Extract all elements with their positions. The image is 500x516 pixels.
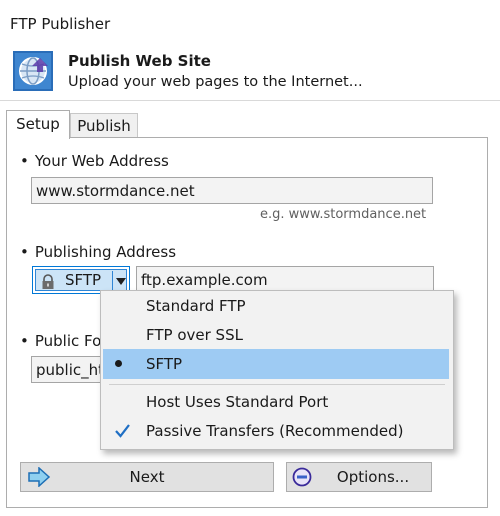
globe-publish-icon bbox=[12, 50, 54, 92]
menu-item-sftp[interactable]: SFTP bbox=[103, 349, 449, 379]
lock-icon bbox=[40, 274, 56, 290]
menu-item-ftp-over-ssl[interactable]: FTP over SSL bbox=[103, 320, 449, 350]
menu-separator bbox=[109, 384, 445, 385]
menu-item-standard-port[interactable]: Host Uses Standard Port bbox=[103, 387, 449, 417]
menu-item-passive-transfers[interactable]: Passive Transfers (Recommended) bbox=[103, 416, 449, 446]
menu-item-standard-ftp[interactable]: Standard FTP bbox=[103, 291, 449, 321]
chevron-down-icon bbox=[116, 278, 126, 285]
web-address-label: • Your Web Address bbox=[20, 152, 169, 170]
checkmark-icon bbox=[113, 416, 131, 456]
next-button[interactable]: Next bbox=[20, 462, 274, 492]
web-address-hint: e.g. www.stormdance.net bbox=[260, 207, 427, 222]
public-folder-label: • Public Fol bbox=[20, 332, 106, 350]
tab-setup[interactable]: Setup bbox=[6, 110, 70, 139]
options-button[interactable]: Options... bbox=[286, 462, 432, 492]
web-address-input[interactable]: www.stormdance.net bbox=[31, 177, 433, 204]
header-divider bbox=[0, 100, 500, 101]
publishing-host-input[interactable]: ftp.example.com bbox=[136, 266, 434, 293]
header-title: Publish Web Site bbox=[68, 52, 211, 70]
publishing-address-label: • Publishing Address bbox=[20, 243, 177, 261]
protocol-dropdown-value: SFTP bbox=[65, 271, 102, 289]
tab-publish[interactable]: Publish bbox=[70, 113, 138, 138]
protocol-menu: Standard FTP FTP over SSL SFTP Host Uses… bbox=[100, 290, 454, 450]
window-title: FTP Publisher bbox=[10, 15, 111, 33]
radio-dot-icon bbox=[115, 360, 122, 367]
header-subtitle: Upload your web pages to the Internet... bbox=[68, 74, 363, 90]
